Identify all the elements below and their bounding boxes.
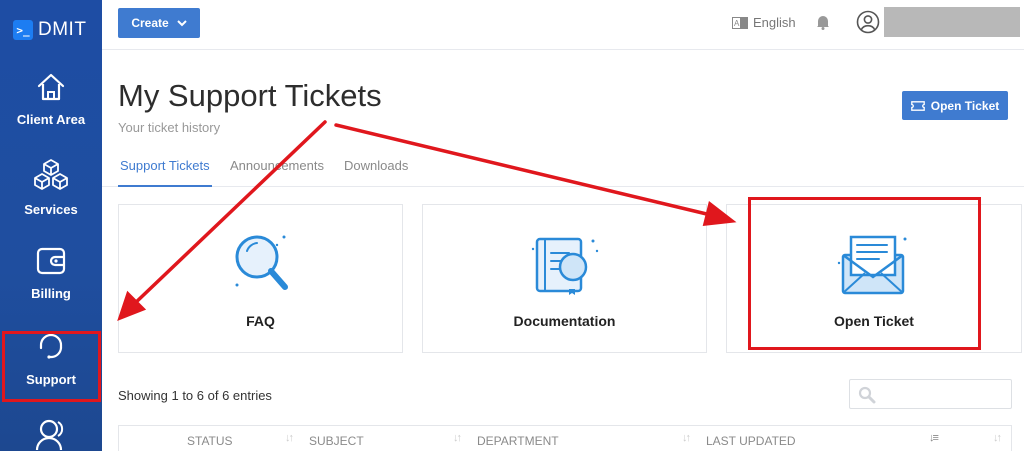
sidebar-item-users[interactable] <box>0 418 102 451</box>
sort-icon[interactable]: ↓↑ <box>993 432 1002 444</box>
ticket-icon <box>910 100 925 111</box>
magnifier-icon <box>235 235 288 290</box>
column-subject[interactable]: SUBJECT <box>309 434 364 448</box>
wallet-icon <box>36 247 66 275</box>
bell-icon[interactable] <box>816 14 830 30</box>
terminal-icon: >_ <box>13 20 33 40</box>
annotation-highlight-support <box>2 331 101 402</box>
sort-icon[interactable]: ↓↑ <box>453 432 462 444</box>
sidebar-item-label: Billing <box>31 286 71 301</box>
open-ticket-button[interactable]: Open Ticket <box>902 91 1008 120</box>
create-button[interactable]: Create <box>118 8 200 38</box>
documentation-card-title: Documentation <box>513 313 616 329</box>
sidebar-item-label: Client Area <box>16 112 86 127</box>
svg-text:A: A <box>734 19 740 28</box>
sidebar-item-services[interactable]: Services <box>0 158 102 217</box>
search-icon <box>858 386 876 404</box>
page-title: My Support Tickets <box>118 78 382 113</box>
user-avatar-icon[interactable] <box>856 10 880 34</box>
tab-downloads[interactable]: Downloads <box>344 158 408 173</box>
tab-bar: Support Tickets Announcements Downloads <box>102 148 1024 187</box>
brand-name: DMIT <box>38 19 87 40</box>
home-icon <box>37 73 65 101</box>
chevron-down-icon <box>176 20 187 27</box>
sidebar-item-client-area[interactable]: Client Area <box>0 72 102 127</box>
app-root: >_ DMIT Client Area Services Billing Sup… <box>0 0 1024 451</box>
cubes-icon <box>34 159 68 190</box>
page-subtitle: Your ticket history <box>118 120 221 135</box>
create-button-label: Create <box>131 16 169 30</box>
column-status[interactable]: STATUS <box>187 434 233 448</box>
column-department[interactable]: DEPARTMENT <box>477 434 559 448</box>
documentation-card[interactable]: Documentation <box>422 204 707 353</box>
book-icon <box>531 237 599 295</box>
entries-info: Showing 1 to 6 of 6 entries <box>118 388 272 403</box>
tab-support-tickets[interactable]: Support Tickets <box>120 158 210 173</box>
sort-icon[interactable]: ↓↑ <box>285 432 294 444</box>
sort-icon[interactable]: ↓↑ <box>682 432 691 444</box>
open-ticket-button-label: Open Ticket <box>930 98 1000 113</box>
tab-announcements[interactable]: Announcements <box>230 158 324 173</box>
users-icon <box>35 419 64 451</box>
sidebar-item-label: Services <box>24 202 78 217</box>
faq-card-title: FAQ <box>246 313 275 329</box>
top-bar: Create A English <box>102 0 1024 50</box>
language-label: English <box>753 15 796 30</box>
redacted-user-name[interactable] <box>884 7 1020 37</box>
search-input[interactable] <box>849 379 1012 409</box>
language-selector[interactable]: A English <box>732 15 796 30</box>
column-last-updated[interactable]: LAST UPDATED <box>706 434 796 448</box>
brand-logo[interactable]: >_ DMIT <box>13 19 86 41</box>
faq-card[interactable]: FAQ <box>118 204 403 353</box>
sidebar-item-billing[interactable]: Billing <box>0 246 102 301</box>
annotation-highlight-open-ticket <box>748 197 981 350</box>
table-header: STATUS ↓↑ SUBJECT ↓↑ DEPARTMENT ↓↑ LAST … <box>118 425 1012 451</box>
translate-icon: A <box>732 16 748 29</box>
sort-desc-icon[interactable]: ↓≡ <box>929 432 939 444</box>
active-tab-indicator <box>118 185 212 187</box>
